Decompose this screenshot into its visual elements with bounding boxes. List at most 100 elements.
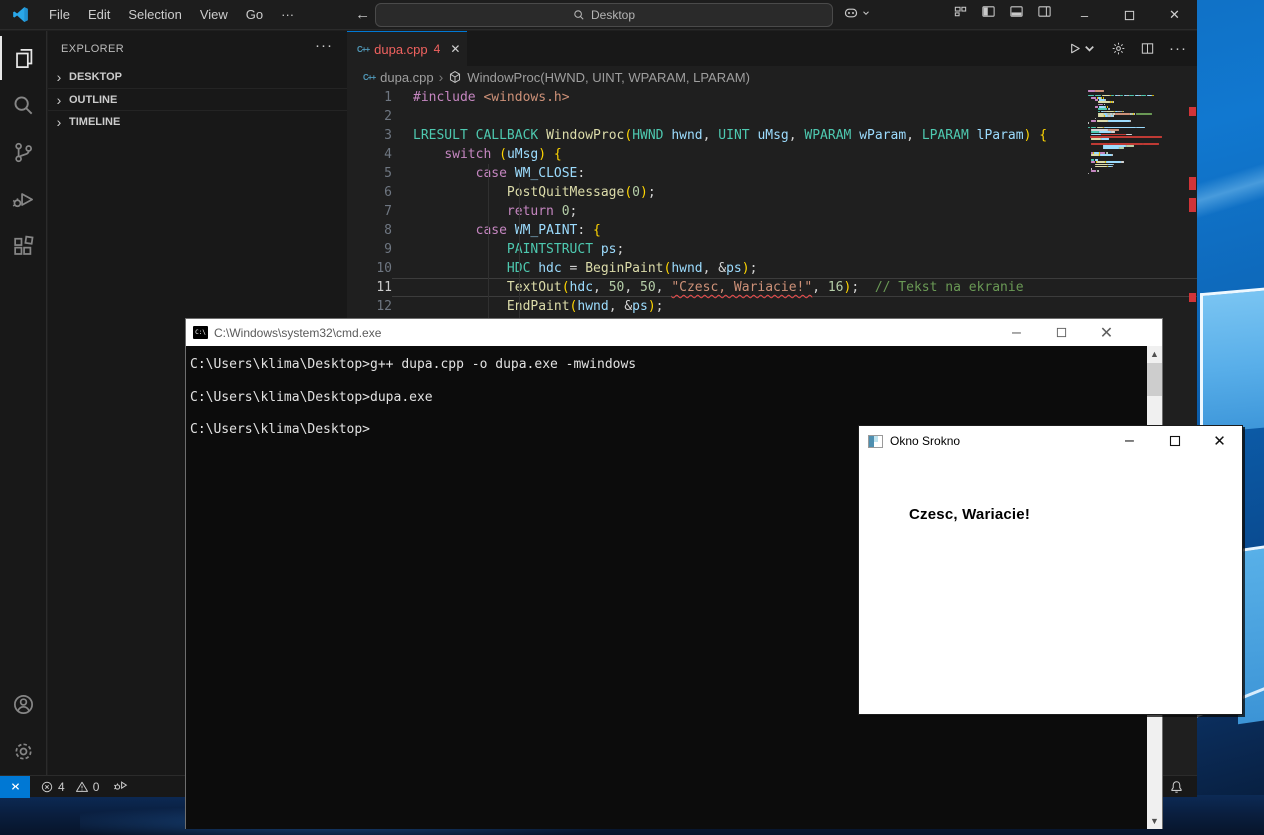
activity-extensions-icon[interactable]: [0, 224, 47, 268]
error-mark: [1189, 198, 1196, 212]
menu-item-selection[interactable]: Selection: [119, 4, 190, 26]
breadcrumb-symbol[interactable]: WindowProc(HWND, UINT, WPARAM, LPARAM): [467, 70, 750, 85]
menu-bar: FileEditSelectionViewGo···: [40, 4, 303, 26]
menu-item-file[interactable]: File: [40, 4, 79, 26]
code-line-8[interactable]: 8 case WM_PAINT: {: [347, 221, 1197, 240]
app-minimize-button[interactable]: –: [1107, 426, 1152, 456]
cmd-output-line: [190, 406, 1148, 422]
line-number: 8: [347, 221, 392, 240]
vscode-logo-icon: [12, 6, 29, 23]
tab-close-icon[interactable]: ✕: [450, 42, 460, 56]
menu-item-go[interactable]: Go: [237, 4, 272, 26]
window-maximize-button[interactable]: [1107, 0, 1152, 30]
code-line-12[interactable]: 12 EndPaint(hwnd, &ps);: [347, 297, 1197, 316]
cmd-scrollbar-thumb[interactable]: [1147, 363, 1162, 396]
code-line-6[interactable]: 6 PostQuitMessage(0);: [347, 183, 1197, 202]
tab-label: dupa.cpp: [374, 42, 428, 57]
activity-run-debug-icon[interactable]: [0, 177, 47, 221]
minimap-line: [1088, 173, 1184, 175]
cmd-output-line: C:\Users\klima\Desktop>g++ dupa.cpp -o d…: [190, 357, 1148, 373]
sidebar-section-desktop[interactable]: ›DESKTOP: [48, 66, 347, 88]
menu-item-view[interactable]: View: [191, 4, 237, 26]
customize-layout-icon[interactable]: [953, 4, 968, 19]
line-number: 9: [347, 240, 392, 259]
remote-indicator[interactable]: [0, 776, 30, 798]
vscode-titlebar[interactable]: FileEditSelectionViewGo··· ← → Desktop: [0, 0, 1197, 30]
code-line-3[interactable]: 3LRESULT CALLBACK WindowProc(HWND hwnd, …: [347, 126, 1197, 145]
line-number: 3: [347, 126, 392, 145]
scroll-down-icon[interactable]: ▼: [1147, 813, 1162, 829]
line-number: 11: [347, 278, 392, 297]
activity-bar: [0, 31, 47, 775]
cmd-titlebar[interactable]: C:\ C:\Windows\system32\cmd.exe – ✕: [186, 319, 1162, 346]
notifications-bell-icon[interactable]: [1169, 779, 1184, 797]
toggle-secondary-sidebar-icon[interactable]: [1037, 4, 1052, 19]
menu-item-edit[interactable]: Edit: [79, 4, 119, 26]
line-number: 5: [347, 164, 392, 183]
activity-search-icon[interactable]: [0, 83, 47, 127]
app-maximize-button[interactable]: [1152, 426, 1197, 456]
code-line-1[interactable]: 1#include <windows.h>: [347, 88, 1197, 107]
sidebar-section-outline[interactable]: ›OUTLINE: [48, 88, 347, 110]
code-line-4[interactable]: 4 switch (uMsg) {: [347, 145, 1197, 164]
cpp-file-icon: C++: [363, 73, 375, 82]
code-line-10[interactable]: 10 HDC hdc = BeginPaint(hwnd, &ps);: [347, 259, 1197, 278]
section-label: OUTLINE: [69, 94, 117, 106]
sidebar-more-actions[interactable]: ···: [315, 37, 333, 54]
window-close-button[interactable]: ✕: [1152, 0, 1197, 30]
code-line-9[interactable]: 9 PAINTSTRUCT ps;: [347, 240, 1197, 259]
app-titlebar[interactable]: Okno Srokno – ✕: [859, 426, 1242, 456]
scroll-up-icon[interactable]: ▲: [1147, 346, 1162, 362]
remote-icon: [9, 780, 22, 793]
search-icon: [573, 9, 585, 21]
code-text: switch (uMsg) {: [392, 145, 1197, 164]
activity-settings-icon[interactable]: [0, 729, 47, 773]
cmd-minimize-button[interactable]: –: [994, 319, 1039, 346]
minimap[interactable]: [1088, 90, 1184, 175]
toggle-primary-sidebar-icon[interactable]: [981, 4, 996, 19]
warning-icon: [75, 780, 89, 794]
gear-icon[interactable]: [1111, 41, 1126, 56]
error-mark: [1189, 107, 1196, 116]
symbol-method-icon: [448, 70, 462, 84]
more-actions-icon[interactable]: ···: [1169, 40, 1187, 57]
line-number: 10: [347, 259, 392, 278]
copilot-menu[interactable]: [843, 5, 871, 21]
activity-explorer-icon[interactable]: [0, 36, 47, 80]
activity-source-control-icon[interactable]: [0, 130, 47, 174]
cpp-file-icon: C++: [357, 45, 369, 54]
error-mark: [1189, 293, 1196, 302]
menu-item-moremoremore[interactable]: ···: [272, 4, 303, 26]
nav-back-icon[interactable]: ←: [355, 6, 370, 23]
split-editor-icon[interactable]: [1140, 41, 1155, 56]
run-button[interactable]: [1067, 41, 1097, 56]
tab-problem-badge: 4: [434, 42, 441, 56]
code-line-11[interactable]: 11 TextOut(hdc, 50, 50, "Czesc, Wariacie…: [347, 278, 1197, 297]
cmd-output-line: C:\Users\klima\Desktop>dupa.exe: [190, 390, 1148, 406]
sidebar-section-timeline[interactable]: ›TIMELINE: [48, 110, 347, 132]
code-text: return 0;: [392, 202, 1197, 221]
code-line-5[interactable]: 5 case WM_CLOSE:: [347, 164, 1197, 183]
code-line-2[interactable]: 2: [347, 107, 1197, 126]
breadcrumb-file[interactable]: dupa.cpp: [380, 70, 434, 85]
cmd-close-button[interactable]: ✕: [1084, 319, 1129, 346]
sidebar-sections: ›DESKTOP›OUTLINE›TIMELINE: [48, 66, 347, 132]
window-minimize-button[interactable]: –: [1062, 0, 1107, 30]
toggle-panel-icon[interactable]: [1009, 4, 1024, 19]
code-text: HDC hdc = BeginPaint(hwnd, &ps);: [392, 259, 1197, 278]
code-text: #include <windows.h>: [392, 88, 1197, 107]
breadcrumb-separator: ›: [439, 69, 444, 85]
command-center-search[interactable]: Desktop: [375, 3, 833, 27]
play-icon: [1067, 41, 1082, 56]
tab-dupa-cpp[interactable]: C++ dupa.cpp 4 ✕: [347, 31, 467, 66]
code-line-7[interactable]: 7 return 0;: [347, 202, 1197, 221]
app-close-button[interactable]: ✕: [1197, 426, 1242, 456]
problems-status[interactable]: 4 0: [40, 780, 99, 794]
breadcrumb: C++ dupa.cpp › WindowProc(HWND, UINT, WP…: [347, 66, 1197, 88]
activity-account-icon[interactable]: [0, 682, 47, 726]
code-lines: 1#include <windows.h>23LRESULT CALLBACK …: [347, 88, 1197, 316]
cmd-maximize-button[interactable]: [1039, 319, 1084, 346]
indent-guide: [488, 164, 489, 318]
code-text: [392, 107, 1197, 126]
debug-status-icon[interactable]: [113, 778, 128, 796]
